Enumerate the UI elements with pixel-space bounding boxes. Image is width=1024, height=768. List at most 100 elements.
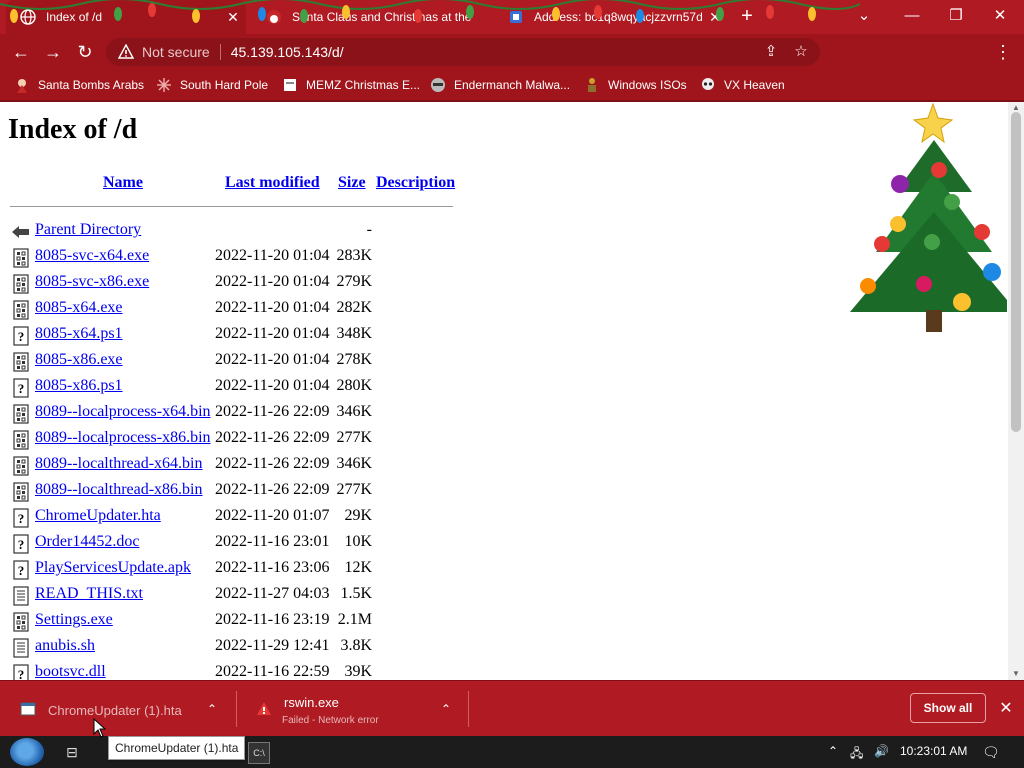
binary-file-icon: [13, 612, 29, 632]
bookmark-memz-christmas[interactable]: MEMZ Christmas E...: [282, 75, 420, 95]
tray-chevron-icon[interactable]: ⌃: [828, 744, 838, 758]
file-row: ? ChromeUpdater.hta 2022-11-20 01:07 29K: [0, 504, 460, 530]
file-row: ? 8085-x64.ps1 2022-11-20 01:04 348K: [0, 322, 460, 348]
bookmark-figure-icon: [588, 78, 596, 92]
column-header-description[interactable]: Description: [376, 174, 455, 192]
tab-close-icon[interactable]: ✕: [702, 9, 728, 26]
bookmark-label: Windows ISOs: [608, 78, 687, 92]
download-separator: [468, 691, 469, 727]
share-icon[interactable]: ⇪: [762, 43, 780, 61]
download-options-chevron-icon[interactable]: ⌃: [204, 701, 220, 717]
file-link[interactable]: ChromeUpdater.hta: [35, 507, 161, 525]
text-file-icon: [13, 638, 29, 658]
bookmark-south-hard-pole[interactable]: South Hard Pole: [156, 75, 268, 95]
download-item-rswin[interactable]: rswin.exe Failed - Network error ⌃: [236, 681, 468, 737]
file-row: Settings.exe 2022-11-16 23:19 2.1M: [0, 608, 460, 634]
show-all-button[interactable]: Show all: [910, 693, 986, 723]
url-text[interactable]: 45.139.105.143/d/: [231, 44, 344, 60]
forward-button[interactable]: →: [42, 41, 64, 63]
parent-directory-link[interactable]: Parent Directory: [35, 221, 141, 239]
browser-toolbar: ← → ↻ Not secure 45.139.105.143/d/ ⇪ ☆ s…: [0, 34, 1024, 94]
bookmark-windows-isos[interactable]: Windows ISOs: [584, 75, 687, 95]
column-header-size[interactable]: Size: [338, 174, 366, 192]
tab-close-icon[interactable]: ✕: [220, 9, 246, 26]
address-bar[interactable]: Not secure 45.139.105.143/d/ ⇪ ☆: [106, 38, 820, 66]
text-file-icon: [13, 586, 29, 606]
binary-file-icon: [13, 300, 29, 320]
reload-button[interactable]: ↻: [74, 41, 96, 63]
file-date: 2022-11-26 22:09: [215, 403, 330, 420]
file-row: 8089--localthread-x86.bin 2022-11-26 22:0…: [0, 478, 460, 504]
task-view-icon[interactable]: ⊟: [62, 742, 82, 762]
file-row: READ_THIS.txt 2022-11-27 04:03 1.5K: [0, 582, 460, 608]
terminal-app-icon[interactable]: C:\: [248, 742, 270, 764]
download-status: Failed - Network error: [282, 715, 379, 726]
bookmarks-bar: Santa Bombs Arabs South Hard Pole MEMZ C…: [0, 70, 1024, 102]
tab-santa-claus[interactable]: Santa Claus and Christmas at the: [252, 0, 488, 34]
file-date: 2022-11-20 01:04: [215, 273, 330, 290]
binary-file-icon: [13, 352, 29, 372]
file-date: 2022-11-20 01:04: [215, 247, 330, 264]
column-header-name[interactable]: Name: [103, 174, 143, 192]
network-icon[interactable]: 🖧: [850, 744, 863, 765]
file-link[interactable]: 8089--localprocess-x86.bin: [35, 429, 211, 447]
back-button[interactable]: ←: [10, 41, 32, 63]
tab-search-chevron-icon[interactable]: ⌄: [848, 5, 880, 29]
tab-index-of-d[interactable]: Index of /d ✕: [6, 0, 246, 34]
volume-icon[interactable]: 🔊: [874, 744, 889, 758]
download-tooltip: ChromeUpdater (1).hta: [108, 736, 246, 760]
file-row: 8085-x86.exe 2022-11-20 01:04 278K: [0, 348, 460, 374]
tab-strip: Index of /d ✕ Santa Claus and Christmas …: [0, 0, 1024, 34]
file-size: 277K: [336, 481, 372, 498]
file-link[interactable]: PlayServicesUpdate.apk: [35, 559, 191, 577]
file-date: 2022-11-26 22:09: [215, 455, 330, 472]
menu-kebab-icon[interactable]: ⋮: [992, 41, 1014, 63]
file-link[interactable]: 8089--localthread-x86.bin: [35, 481, 203, 499]
column-header-last-modified[interactable]: Last modified: [225, 174, 320, 192]
page-scrollbar[interactable]: ▲ ▼: [1008, 102, 1024, 680]
unknown-file-icon: ?: [13, 534, 29, 554]
unknown-file-icon: ?: [13, 664, 29, 680]
file-link[interactable]: Order14452.doc: [35, 533, 139, 551]
file-row: 8085-svc-x64.exe 2022-11-20 01:04 283K: [0, 244, 460, 270]
file-row: 8089--localprocess-x64.bin 2022-11-26 22:…: [0, 400, 460, 426]
bookmark-star-icon[interactable]: ☆: [792, 43, 810, 61]
tab-title: Santa Claus and Christmas at the: [292, 10, 472, 24]
binary-file-icon: [13, 248, 29, 268]
file-link[interactable]: 8085-x86.exe: [35, 351, 123, 369]
download-item-chromeupdater[interactable]: ChromeUpdater (1).hta ⌃: [0, 681, 234, 737]
file-link[interactable]: anubis.sh: [35, 637, 95, 655]
download-options-chevron-icon[interactable]: ⌃: [438, 701, 454, 717]
mouse-cursor-icon: [93, 718, 107, 738]
bookmark-santa-bombs-arabs[interactable]: Santa Bombs Arabs: [14, 75, 144, 95]
file-link[interactable]: 8089--localprocess-x64.bin: [35, 403, 211, 421]
file-link[interactable]: 8085-x64.ps1: [35, 325, 123, 343]
scroll-up-arrow-icon[interactable]: ▲: [1011, 104, 1021, 112]
file-link[interactable]: 8085-x86.ps1: [35, 377, 123, 395]
start-button[interactable]: [10, 738, 44, 766]
file-link[interactable]: READ_THIS.txt: [35, 585, 143, 603]
bookmark-endermanch-malware[interactable]: Endermanch Malwa...: [430, 75, 570, 95]
notifications-icon[interactable]: 🗨: [982, 744, 1000, 761]
maximize-button[interactable]: ❐: [940, 5, 972, 29]
file-link[interactable]: 8085-svc-x86.exe: [35, 273, 149, 291]
blockchain-favicon-icon: [510, 11, 522, 23]
new-tab-button[interactable]: +: [736, 6, 758, 28]
security-status[interactable]: Not secure: [142, 44, 210, 60]
scroll-thumb[interactable]: [1011, 112, 1021, 432]
file-link[interactable]: 8085-x64.exe: [35, 299, 123, 317]
tab-address[interactable]: Address: bc1q8wqyacjzzvrn57d... ✕: [494, 0, 728, 34]
svg-text:?: ?: [18, 511, 25, 526]
close-shelf-icon[interactable]: ✕: [996, 699, 1016, 719]
scroll-down-arrow-icon[interactable]: ▼: [1011, 670, 1021, 678]
bookmark-vx-heaven[interactable]: VX Heaven: [700, 75, 785, 95]
unknown-file-icon: ?: [13, 326, 29, 346]
file-link[interactable]: bootsvc.dll: [35, 663, 106, 680]
file-link[interactable]: 8089--localthread-x64.bin: [35, 455, 203, 473]
minimize-button[interactable]: —: [896, 5, 928, 29]
close-window-button[interactable]: ✕: [984, 5, 1016, 29]
file-size: 282K: [336, 299, 372, 316]
file-link[interactable]: Settings.exe: [35, 611, 113, 629]
file-link[interactable]: 8085-svc-x64.exe: [35, 247, 149, 265]
taskbar-clock[interactable]: 10:23:01 AM: [900, 744, 967, 758]
